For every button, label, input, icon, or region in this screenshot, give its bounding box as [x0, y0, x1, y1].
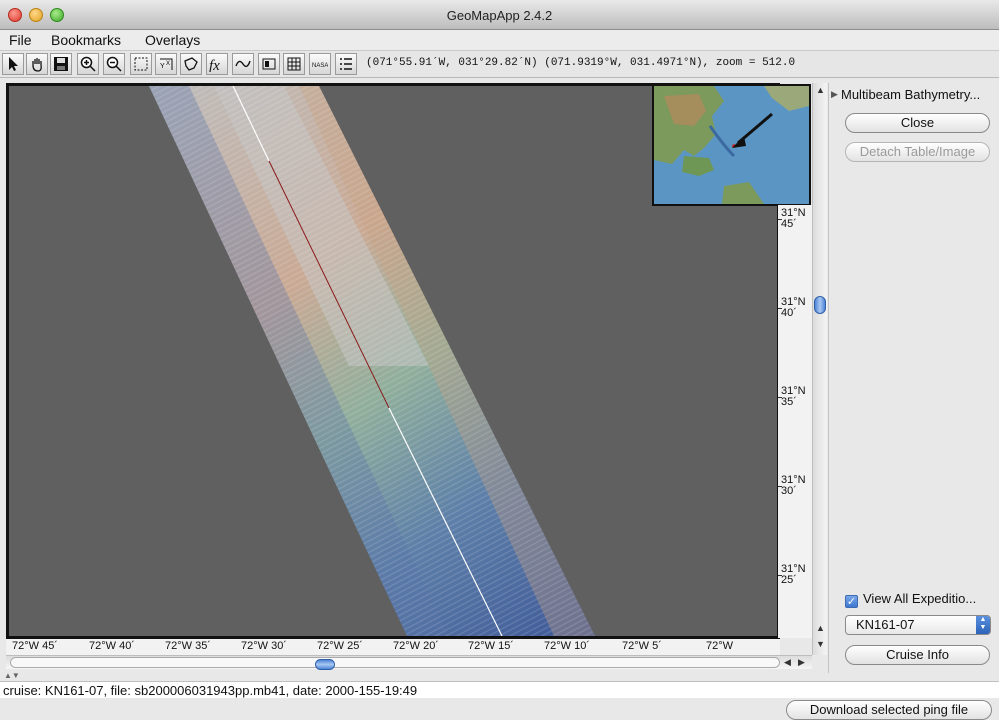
- grid-icon[interactable]: [283, 53, 305, 75]
- lat-label: 31°N 45´: [781, 207, 806, 230]
- window-title: GeoMapApp 2.4.2: [446, 8, 553, 23]
- lon-label: 72°W: [706, 640, 734, 652]
- menu-file[interactable]: File: [9, 32, 32, 48]
- lat-label: 31°N 30´: [781, 474, 806, 497]
- horizontal-scroll-thumb[interactable]: [315, 659, 335, 670]
- title-bar: GeoMapApp 2.4.2: [0, 0, 999, 30]
- status-bar: cruise: KN161-07, file: sb200006031943pp…: [0, 681, 999, 698]
- status-text: cruise: KN161-07, file: sb200006031943pp…: [3, 683, 418, 698]
- lasso-icon[interactable]: [180, 53, 202, 75]
- vertical-scroll-thumb[interactable]: [814, 296, 826, 314]
- lon-label: 72°W 20´: [393, 640, 439, 652]
- select-arrow-icon[interactable]: [2, 53, 24, 75]
- list-icon[interactable]: [335, 53, 357, 75]
- pan-hand-icon[interactable]: [26, 53, 48, 75]
- cruise-select[interactable]: KN161-07 ▲ ▼: [845, 615, 991, 635]
- toolbar: YX fx NASA (071°55.91´W, 031°29.82´N) (0…: [0, 51, 999, 78]
- side-panel: ▶ Multibeam Bathymetry... Close Detach T…: [828, 83, 999, 673]
- scroll-up-icon[interactable]: ▲: [816, 85, 825, 95]
- lon-label: 72°W 35´: [165, 640, 211, 652]
- menu-overlays[interactable]: Overlays: [145, 32, 200, 48]
- lat-label: 31°N 25´: [781, 563, 806, 586]
- coordinate-readout: (071°55.91´W, 031°29.82´N) (071.9319°W, …: [366, 57, 796, 69]
- panel-title: Multibeam Bathymetry...: [841, 87, 981, 102]
- view-all-expeditions-checkbox[interactable]: ✓ View All Expeditio...: [845, 591, 976, 608]
- lon-label: 72°W 45´: [12, 640, 58, 652]
- select-arrows-icon: ▲ ▼: [976, 616, 990, 634]
- scroll-up-icon[interactable]: ▲: [816, 623, 825, 633]
- svg-text:NASA: NASA: [312, 63, 328, 69]
- layout-icon[interactable]: [258, 53, 280, 75]
- cruise-info-button[interactable]: Cruise Info: [845, 645, 990, 665]
- zoom-in-icon[interactable]: [77, 53, 99, 75]
- disclosure-triangle-icon[interactable]: ▶: [831, 89, 838, 100]
- checkmark-icon[interactable]: ✓: [845, 595, 858, 608]
- function-fx-icon[interactable]: fx: [206, 53, 228, 75]
- detach-table-image-button[interactable]: Detach Table/Image: [845, 142, 990, 162]
- vertical-scrollbar[interactable]: ▲ ▲ ▼: [812, 83, 827, 655]
- menu-bar: File Bookmarks Overlays: [0, 30, 999, 51]
- horizontal-scroll-track[interactable]: [10, 657, 780, 670]
- profile-icon[interactable]: [232, 53, 254, 75]
- horizontal-scrollbar[interactable]: ◀ ▶: [6, 655, 812, 670]
- save-icon[interactable]: [50, 53, 72, 75]
- lon-label: 72°W 5´: [622, 640, 662, 652]
- locator-inset-map: [652, 84, 811, 206]
- longitude-axis: 72°W 45´ 72°W 40´ 72°W 35´ 72°W 30´ 72°W…: [6, 639, 780, 655]
- lon-label: 72°W 25´: [317, 640, 363, 652]
- lat-label: 31°N 35´: [781, 385, 806, 408]
- marquee-select-icon[interactable]: [130, 53, 152, 75]
- world-locator-image: [654, 86, 809, 204]
- zoom-out-icon[interactable]: [103, 53, 125, 75]
- latitude-axis: 31°N 45´ 31°N 40´ 31°N 35´ 31°N 30´ 31°N 25´: [778, 205, 812, 638]
- nasa-icon[interactable]: NASA: [309, 53, 331, 75]
- scroll-down-icon[interactable]: ▼: [816, 639, 825, 649]
- lon-label: 72°W 15´: [468, 640, 514, 652]
- close-button[interactable]: Close: [845, 113, 990, 133]
- download-ping-file-button[interactable]: Download selected ping file: [786, 700, 992, 720]
- lon-label: 72°W 30´: [241, 640, 287, 652]
- scroll-right-icon[interactable]: ▶: [798, 657, 805, 668]
- lon-label: 72°W 10´: [544, 640, 590, 652]
- lat-label: 31°N 40´: [781, 296, 806, 319]
- xyz-icon[interactable]: YX: [155, 53, 177, 75]
- svg-text:X: X: [166, 61, 170, 67]
- scroll-left-icon[interactable]: ◀: [784, 657, 791, 668]
- svg-text:Y: Y: [160, 63, 165, 70]
- resize-grip-icon[interactable]: ▲▼: [4, 671, 20, 680]
- lon-label: 72°W 40´: [89, 640, 135, 652]
- menu-bookmarks[interactable]: Bookmarks: [51, 32, 121, 48]
- svg-text:fx: fx: [209, 58, 220, 72]
